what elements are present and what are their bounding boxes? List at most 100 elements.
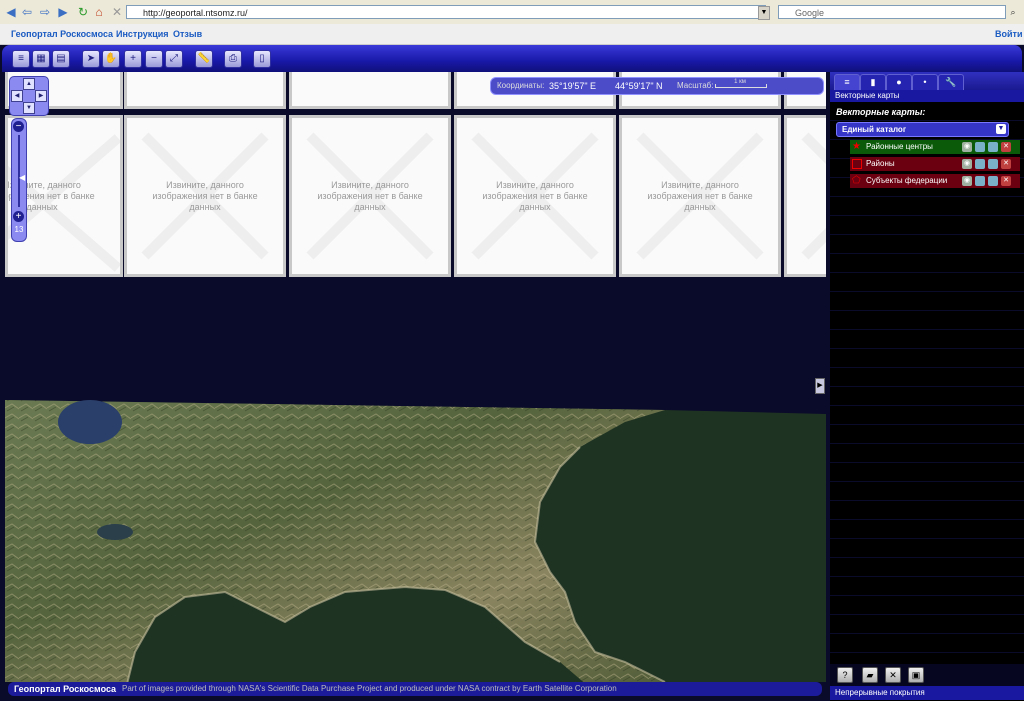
zoom-track [18, 135, 20, 207]
pan-left-icon[interactable]: ◀ [11, 90, 23, 102]
clear-icon[interactable]: ✕ [885, 667, 901, 683]
tab-tools-icon[interactable]: 🔧 [938, 74, 964, 91]
info-icon[interactable] [975, 142, 985, 152]
tile-missing-message: Извините, данногоизображения нет в банке… [152, 180, 258, 212]
info-icon[interactable] [975, 176, 985, 186]
footer-brand: Геопортал Роскосмоса [14, 684, 117, 694]
tile-missing-message: Извините, данногоизображения нет в банке… [482, 180, 588, 212]
visibility-icon[interactable]: ◉ [962, 159, 972, 169]
delete-icon[interactable]: ✕ [1001, 142, 1011, 152]
vector-maps-label: Векторные карты: [836, 107, 926, 117]
collapse-panel-icon[interactable]: ▶ [815, 378, 825, 394]
print-icon[interactable]: ⎙ [224, 50, 242, 68]
latitude-value: 44°59'17" N [615, 81, 663, 91]
browser-toolbar: ◀ ⇦ ⇨ ▶ ↻ ⌂ ✕ http://geoportal.ntsomz.ru… [0, 0, 1024, 25]
zoom-slider[interactable]: − ◀ + 13 [11, 118, 27, 242]
missing-tile: Извините, данногоизображения нет в банке… [289, 115, 451, 277]
map-footer: Геопортал Роскосмоса Part of images prov… [8, 682, 822, 696]
search-input[interactable]: Google [778, 5, 1006, 19]
forward-icon[interactable]: ⇨ [38, 5, 52, 19]
login-link[interactable]: Войти [995, 29, 1022, 39]
stop-icon[interactable]: ✕ [110, 5, 124, 19]
satellite-image [5, 400, 826, 682]
settings-icon[interactable] [988, 159, 998, 169]
layer-name: Районные центры [866, 142, 933, 151]
star-icon: ★ [852, 141, 861, 152]
reload-icon[interactable]: ↻ [76, 5, 90, 19]
pan-up-icon[interactable]: ▲ [23, 78, 35, 90]
delete-icon[interactable]: ✕ [1001, 159, 1011, 169]
zoom-in-icon[interactable]: + [124, 50, 142, 68]
missing-tile [784, 115, 826, 277]
help-icon[interactable]: ? [837, 667, 853, 683]
missing-tile [124, 72, 286, 109]
tab-images-icon[interactable]: ▮ [860, 74, 886, 91]
zoom-extent-icon[interactable]: ⤢ [165, 50, 183, 68]
feedback-link[interactable]: Отзыв [173, 29, 202, 39]
panel-footer[interactable]: Непрерывные покрытия [830, 686, 1024, 700]
region-icon: ⬠ [852, 175, 861, 186]
missing-tile: Извините, данногоизображения нет в банке… [619, 115, 781, 277]
delete-icon[interactable]: ✕ [1001, 176, 1011, 186]
catalog-select[interactable]: Единый каталог ▼ [836, 122, 1009, 137]
pan-control: ▲ ◀ ▶ ▼ [9, 76, 49, 116]
layers-panel: ≡ ▮ ● • 🔧 Векторные карты Векторные карт… [830, 72, 1024, 701]
tab-points-icon[interactable]: • [912, 74, 938, 91]
map-canvas[interactable]: Извините, данногоизображения нет в банке… [5, 72, 826, 682]
address-dropdown-icon[interactable]: ▼ [758, 6, 770, 20]
zoom-handle-icon[interactable]: ◀ [19, 173, 25, 182]
cross-icon [801, 132, 826, 260]
scale-label: Масштаб: [677, 81, 714, 90]
scale-bar [715, 84, 767, 88]
address-bar[interactable]: http://geoportal.ntsomz.ru/ [126, 5, 766, 19]
longitude-value: 35°19'57" E [549, 81, 597, 91]
missing-tile [289, 72, 451, 109]
settings-icon[interactable] [988, 142, 998, 152]
instructions-link[interactable]: Инструкция [116, 29, 169, 39]
search-icon[interactable]: ⌕ [1007, 6, 1019, 18]
chevron-down-icon[interactable]: ▼ [996, 124, 1006, 134]
save-icon[interactable]: ▣ [908, 667, 924, 683]
zoom-level: 13 [14, 225, 24, 234]
site-title-link[interactable]: Геопортал Роскосмоса [11, 29, 113, 39]
map-toolbar: ≡ ▦ ▤ ➤ ✋ + − ⤢ 📏 ⎙ ▯ [2, 45, 1022, 72]
settings-icon[interactable] [988, 176, 998, 186]
pan-right-icon[interactable]: ▶ [35, 90, 47, 102]
zoom-in-icon[interactable]: + [13, 211, 24, 222]
missing-tile: Извините, данногоизображения нет в банке… [454, 115, 616, 277]
ruler-icon[interactable]: 📏 [195, 50, 213, 68]
last-icon[interactable]: ▶ [56, 5, 70, 19]
coordinates-bar: Координаты: 35°19'57" E 44°59'17" N Масш… [490, 77, 824, 95]
layer-row-districts[interactable]: Районы ◉ ✕ [850, 157, 1020, 171]
coords-label: Координаты: [497, 81, 545, 90]
tab-objects-icon[interactable]: ● [886, 74, 912, 91]
satellite-image-icon[interactable]: ▦ [32, 50, 50, 68]
back-icon[interactable]: ◀ [4, 5, 18, 19]
map-image-icon[interactable]: ▤ [52, 50, 70, 68]
visibility-icon[interactable]: ◉ [962, 176, 972, 186]
info-icon[interactable] [975, 159, 985, 169]
panel-title: Векторные карты [830, 90, 1024, 102]
layers-icon[interactable]: ≡ [12, 50, 30, 68]
save-icon[interactable]: ▯ [253, 50, 271, 68]
back-arrow-icon[interactable]: ⇦ [20, 5, 34, 19]
zoom-out-icon[interactable]: − [13, 121, 24, 132]
layer-row-federal-subjects[interactable]: ⬠ Субъекты федерации ◉ ✕ [850, 174, 1020, 188]
tab-vector-layers-icon[interactable]: ≡ [834, 74, 860, 91]
tile-missing-message: Извините, данногоизображения нет в банке… [317, 180, 423, 212]
pan-hand-icon[interactable]: ✋ [102, 50, 120, 68]
zoom-out-icon[interactable]: − [145, 50, 163, 68]
layer-row-district-centers[interactable]: ★ Районные центры ◉ ✕ [850, 140, 1020, 154]
pan-down-icon[interactable]: ▼ [23, 102, 35, 114]
polygon-icon [852, 159, 862, 169]
missing-tile: Извините, данногоизображения нет в банке… [124, 115, 286, 277]
pointer-icon[interactable]: ➤ [82, 50, 100, 68]
visibility-icon[interactable]: ◉ [962, 142, 972, 152]
layer-name: Районы [866, 159, 895, 168]
panel-body: Векторные карты: Единый каталог ▼ ★ Райо… [830, 102, 1024, 667]
catalog-value: Единый каталог [842, 125, 907, 134]
panel-tabs: ≡ ▮ ● • 🔧 [830, 72, 1024, 91]
home-icon[interactable]: ⌂ [92, 5, 106, 19]
open-folder-icon[interactable]: ▰ [862, 667, 878, 683]
layer-name: Субъекты федерации [866, 176, 948, 185]
